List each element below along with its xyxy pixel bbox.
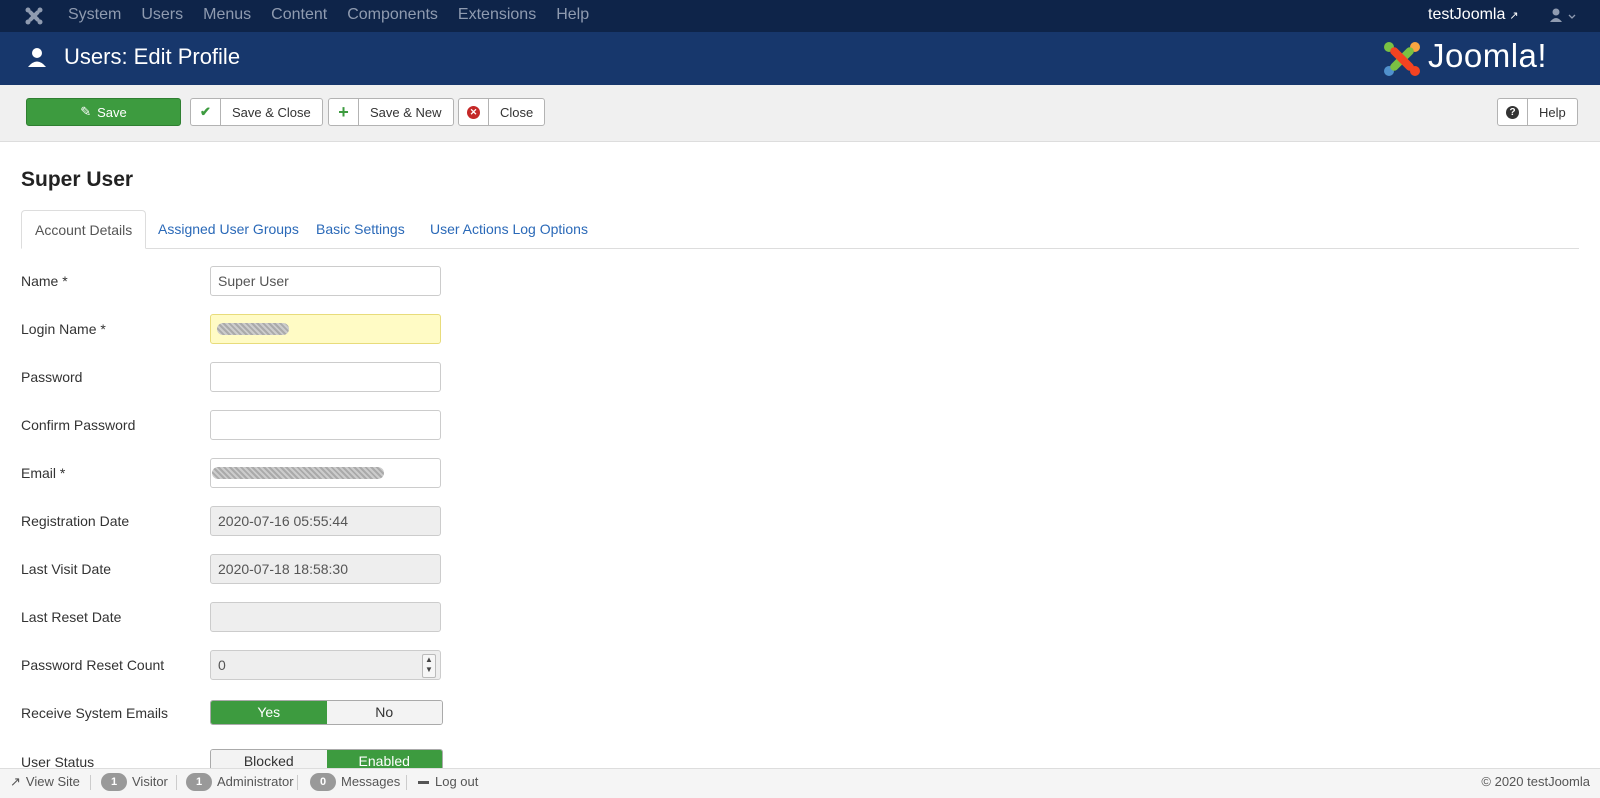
login-name-row: Login Name * xyxy=(21,314,451,344)
menu-extensions[interactable]: Extensions xyxy=(458,0,536,32)
tab-basic-settings[interactable]: Basic Settings xyxy=(303,210,418,248)
last-visit-date-field: 2020-07-18 18:58:30 xyxy=(210,554,441,584)
menu-help[interactable]: Help xyxy=(556,0,589,32)
password-field[interactable] xyxy=(210,362,441,392)
administrator-badge: 1 xyxy=(186,773,212,791)
menu-system[interactable]: System xyxy=(68,0,121,32)
view-site-label: View Site xyxy=(25,774,80,789)
menu-content[interactable]: Content xyxy=(271,0,327,32)
messages-count[interactable]: 0 Messages xyxy=(310,769,400,795)
receive-system-emails-label: Receive System Emails xyxy=(21,705,169,721)
divider xyxy=(176,775,177,790)
administrator-label: Administrator xyxy=(217,774,294,789)
administrator-count[interactable]: 1 Administrator xyxy=(186,769,294,795)
save-new-label: Save & New xyxy=(370,104,442,120)
confirm-password-row: Confirm Password xyxy=(21,410,451,440)
email-field[interactable] xyxy=(210,458,441,488)
page-title: Super User xyxy=(21,168,134,191)
last-reset-date-row: Last Reset Date xyxy=(21,602,451,632)
menu-components[interactable]: Components xyxy=(347,0,438,32)
toolbar: ✎ Save ✔ Save & Close + Save & New ✕ Clo… xyxy=(0,85,1600,142)
divider xyxy=(406,775,407,790)
receive-system-emails-toggle: Yes No xyxy=(210,700,443,725)
visitor-badge: 1 xyxy=(101,773,127,791)
joomla-brand-text: Joomla! xyxy=(1428,37,1548,74)
visitor-count[interactable]: 1 Visitor xyxy=(101,769,168,795)
login-name-label: Login Name * xyxy=(21,321,106,337)
edit-icon: ✎ xyxy=(80,104,92,119)
email-label: Email * xyxy=(21,465,66,481)
save-button[interactable]: ✎ Save xyxy=(26,98,181,126)
registration-date-field: 2020-07-16 05:55:44 xyxy=(210,506,441,536)
logout-link[interactable]: Log out xyxy=(418,769,478,795)
registration-date-row: Registration Date 2020-07-16 05:55:44 xyxy=(21,506,451,536)
user-menu-icon[interactable] xyxy=(1548,7,1578,23)
tab-assigned-user-groups[interactable]: Assigned User Groups xyxy=(145,210,312,248)
last-reset-date-field xyxy=(210,602,441,632)
save-close-button[interactable]: ✔ Save & Close xyxy=(190,98,323,126)
minus-icon xyxy=(418,780,429,784)
last-visit-date-label: Last Visit Date xyxy=(21,561,112,577)
last-visit-date-row: Last Visit Date 2020-07-18 18:58:30 xyxy=(21,554,451,584)
last-reset-date-label: Last Reset Date xyxy=(21,609,122,625)
question-circle-icon: ? xyxy=(1498,99,1528,125)
number-stepper-icon: ▲ ▼ xyxy=(422,654,436,678)
name-label: Name * xyxy=(21,273,68,289)
redacted-value xyxy=(217,323,289,335)
receive-system-emails-yes[interactable]: Yes xyxy=(211,701,327,724)
receive-system-emails-row: Receive System Emails Yes No xyxy=(21,700,451,730)
menu-menus[interactable]: Menus xyxy=(203,0,251,32)
status-bar: ↗ View Site 1 Visitor 1 Administrator 0 … xyxy=(0,768,1600,798)
password-label: Password xyxy=(21,369,83,385)
site-link[interactable]: testJoomla ↗ xyxy=(1428,0,1519,31)
page-header: Users: Edit Profile Joomla! xyxy=(0,32,1600,86)
menu-users[interactable]: Users xyxy=(141,0,183,32)
tab-user-actions-log-options[interactable]: User Actions Log Options xyxy=(417,210,601,248)
receive-system-emails-no[interactable]: No xyxy=(326,701,442,724)
name-row: Name * Super User xyxy=(21,266,451,296)
confirm-password-label: Confirm Password xyxy=(21,417,136,433)
external-link-icon: ↗ xyxy=(10,774,21,789)
view-site-link[interactable]: ↗ View Site xyxy=(10,769,80,795)
user-icon xyxy=(28,48,46,67)
close-label: Close xyxy=(500,104,534,120)
help-button[interactable]: ? Help xyxy=(1497,98,1578,126)
save-new-button[interactable]: + Save & New xyxy=(328,98,454,126)
name-field[interactable]: Super User xyxy=(210,266,441,296)
password-reset-count-field: 0 ▲ ▼ xyxy=(210,650,441,680)
help-label: Help xyxy=(1539,104,1566,120)
password-reset-count-value: 0 xyxy=(218,657,226,673)
cancel-circle-icon: ✕ xyxy=(459,99,489,125)
messages-badge: 0 xyxy=(310,773,336,791)
email-row: Email * xyxy=(21,458,451,488)
save-label: Save xyxy=(97,104,127,120)
redacted-value xyxy=(212,467,384,479)
top-navbar: System Users Menus Content Components Ex… xyxy=(0,0,1600,32)
divider xyxy=(90,775,91,790)
password-row: Password xyxy=(21,362,451,392)
visitor-label: Visitor xyxy=(132,774,168,789)
save-close-label: Save & Close xyxy=(232,104,311,120)
site-name: testJoomla xyxy=(1428,6,1506,23)
close-button[interactable]: ✕ Close xyxy=(458,98,546,126)
confirm-password-field[interactable] xyxy=(210,410,441,440)
plus-icon: + xyxy=(329,99,359,125)
tab-bar: Account Details Assigned User Groups Bas… xyxy=(21,210,1579,249)
external-link-icon: ↗ xyxy=(1509,10,1519,22)
page-header-title: Users: Edit Profile xyxy=(64,44,241,69)
password-reset-count-label: Password Reset Count xyxy=(21,657,165,673)
check-icon: ✔ xyxy=(191,99,221,125)
joomla-logo-icon[interactable] xyxy=(24,6,44,26)
joomla-brand-icon xyxy=(1384,42,1420,76)
messages-label: Messages xyxy=(341,774,401,789)
main-menu: System Users Menus Content Components Ex… xyxy=(68,0,609,32)
copyright: © 2020 testJoomla xyxy=(1481,774,1590,789)
logout-label: Log out xyxy=(435,774,479,789)
registration-date-label: Registration Date xyxy=(21,513,130,529)
tab-account-details[interactable]: Account Details xyxy=(21,210,147,249)
password-reset-count-row: Password Reset Count 0 ▲ ▼ xyxy=(21,650,451,680)
divider xyxy=(297,775,298,790)
login-name-field[interactable] xyxy=(210,314,441,344)
